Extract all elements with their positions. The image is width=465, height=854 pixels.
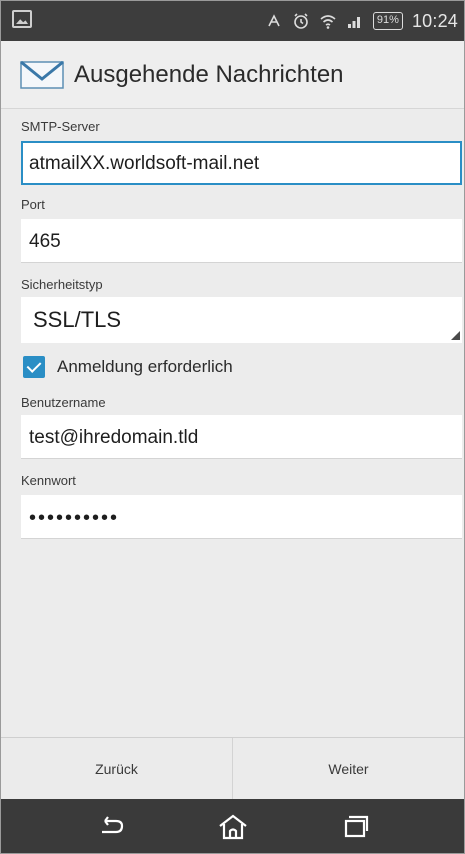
- battery-icon: 91%: [372, 12, 403, 30]
- status-bar: 91% 10:24: [1, 1, 464, 41]
- security-type-value: SSL/TLS: [33, 307, 122, 332]
- next-button[interactable]: Weiter: [232, 738, 464, 799]
- username-input[interactable]: test@ihredomain.tld: [21, 415, 462, 459]
- wifi-icon: [319, 12, 337, 30]
- password-input[interactable]: ••••••••••: [21, 495, 462, 539]
- login-required-row[interactable]: Anmeldung erforderlich: [23, 354, 233, 380]
- navigation-bar: [1, 799, 464, 853]
- login-required-checkbox[interactable]: [23, 356, 45, 378]
- dropdown-corner-icon: [451, 331, 460, 340]
- mail-envelope-icon: [20, 60, 64, 89]
- nfc-icon: [265, 12, 283, 30]
- button-bar: Zurück Weiter: [1, 737, 464, 799]
- status-icons: 91% 10:24: [265, 1, 458, 41]
- login-required-label: Anmeldung erforderlich: [57, 357, 233, 376]
- username-label: Benutzername: [21, 395, 106, 410]
- back-icon[interactable]: [94, 813, 128, 841]
- title-bar: Ausgehende Nachrichten: [1, 41, 464, 109]
- status-time: 10:24: [411, 10, 458, 31]
- password-label: Kennwort: [21, 473, 76, 488]
- home-icon[interactable]: [216, 813, 250, 841]
- port-label: Port: [21, 197, 45, 212]
- security-type-label: Sicherheitstyp: [21, 277, 103, 292]
- back-button[interactable]: Zurück: [1, 738, 232, 799]
- security-type-select[interactable]: SSL/TLS: [21, 297, 462, 343]
- signal-icon: [346, 12, 364, 30]
- screen: 91% 10:24 Ausgehende Nachrichten SMTP-Se…: [0, 0, 465, 854]
- recent-apps-icon[interactable]: [338, 813, 372, 841]
- port-input[interactable]: 465: [21, 219, 462, 263]
- smtp-server-input[interactable]: atmailXX.worldsoft-mail.net: [21, 141, 462, 185]
- smtp-server-label: SMTP-Server: [21, 119, 100, 134]
- image-icon: [12, 10, 32, 28]
- page-title: Ausgehende Nachrichten: [74, 61, 344, 88]
- alarm-icon: [292, 12, 310, 30]
